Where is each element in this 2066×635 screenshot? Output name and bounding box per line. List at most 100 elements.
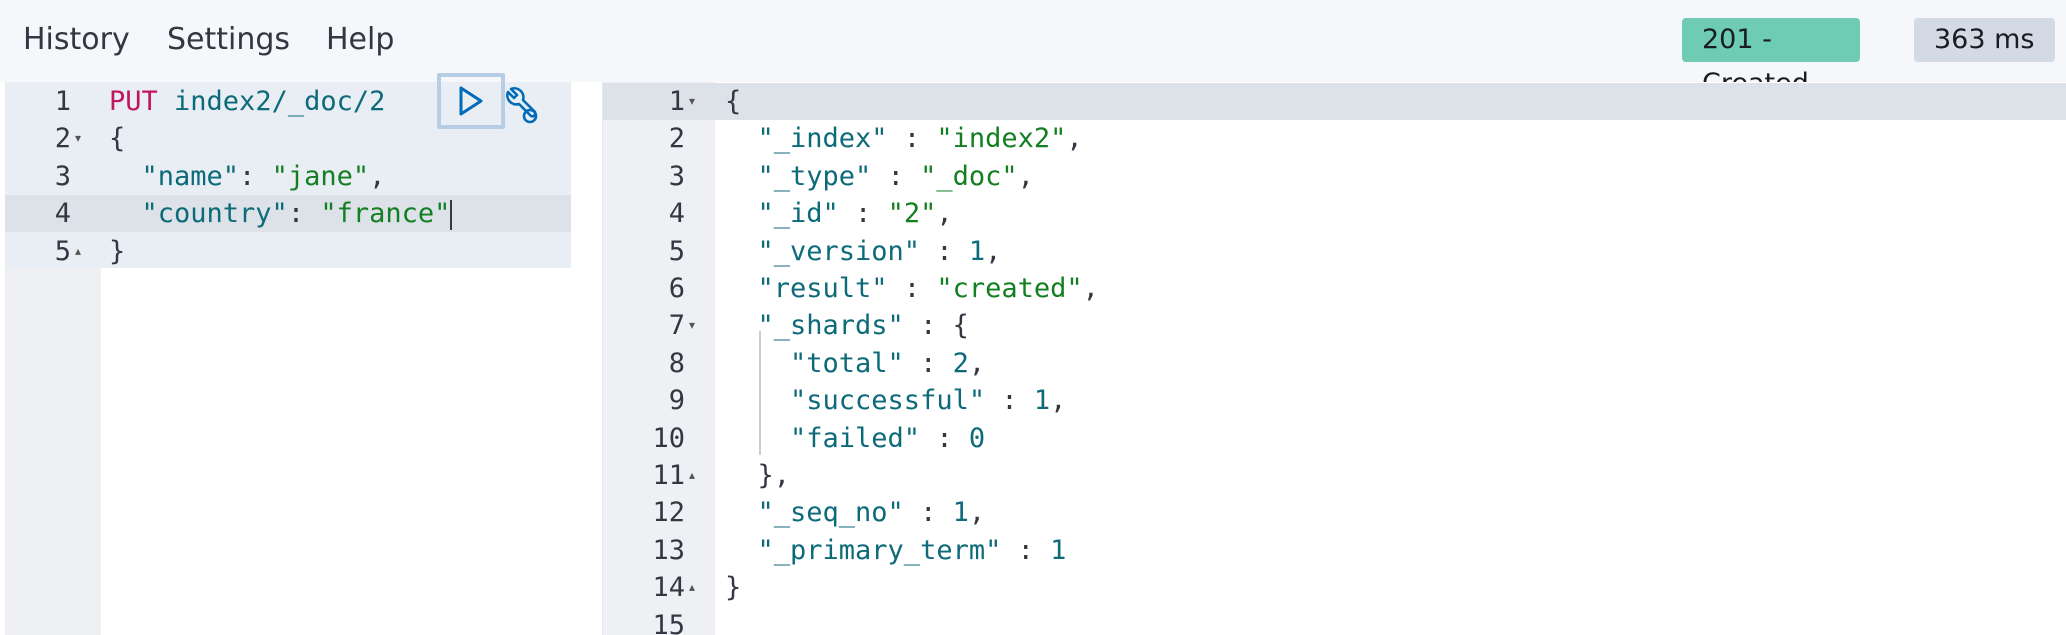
run-request-button[interactable]: [437, 73, 505, 129]
line-number: 5: [54, 235, 71, 267]
json-punctuation: ,: [985, 235, 1002, 267]
menu-settings[interactable]: Settings: [167, 22, 290, 57]
request-settings-button[interactable]: [500, 86, 540, 126]
line-number: 2: [668, 123, 685, 155]
json-value: 0: [968, 422, 986, 454]
request-editor[interactable]: 1 PUT index2/_doc/2 2 ▾ {3 "name": "jane", 4 …: [5, 82, 571, 635]
json-punctuation: ,: [968, 497, 986, 529]
code-line[interactable]: 3 "name": "jane",: [5, 158, 571, 195]
code-line[interactable]: 4 "_id" : "2",: [603, 195, 2066, 232]
json-separator: :: [887, 123, 937, 155]
code-line[interactable]: 4 "country": "france": [5, 195, 571, 233]
line-number: 3: [54, 160, 71, 192]
code-text: }: [725, 569, 741, 606]
code-text: "total" : 2,: [725, 345, 985, 382]
code-line[interactable]: 5 "_version" : 1,: [603, 233, 2066, 270]
json-value: "_doc": [920, 160, 1018, 192]
code-line[interactable]: 10 "failed" : 0: [603, 420, 2066, 457]
json-punctuation: ,: [1017, 160, 1034, 192]
line-number: 11: [652, 460, 685, 491]
json-value: 1: [952, 497, 969, 529]
line-number: 1: [54, 86, 71, 117]
json-separator: :: [838, 198, 888, 230]
json-key: "_shards": [725, 310, 904, 342]
code-text: "_index" : "index2",: [725, 120, 1083, 157]
json-punctuation: ,: [1066, 123, 1083, 155]
json-value: 2: [952, 347, 969, 379]
menu-help[interactable]: Help: [326, 22, 394, 57]
console-top-bar: History Settings Help 201 - Created 363 …: [0, 0, 2066, 99]
line-number: 12: [652, 497, 685, 529]
json-key: "_seq_no": [725, 497, 904, 529]
code-text: "_version" : 1,: [725, 233, 1002, 270]
code-text: PUT index2/_doc/2: [109, 83, 385, 120]
json-punctuation: ,: [1082, 273, 1099, 304]
code-line[interactable]: 14 ▴}: [603, 569, 2066, 606]
code-line[interactable]: 1 ▾ {: [603, 83, 2066, 120]
json-value: 1: [1033, 385, 1051, 417]
line-number: 4: [668, 198, 685, 230]
code-text: {: [109, 120, 125, 157]
wrench-icon: [506, 87, 538, 124]
code-line[interactable]: 11 ▴ },: [603, 457, 2066, 494]
code-text: "_id" : "2",: [725, 195, 953, 232]
request-time-badge: 363 ms: [1914, 18, 2055, 62]
line-number: 14: [652, 572, 685, 604]
json-punctuation: ,: [968, 347, 986, 379]
json-punctuation: },: [725, 460, 791, 491]
code-line[interactable]: 8 "total" : 2,: [603, 345, 2066, 382]
json-key: "successful": [725, 385, 986, 417]
line-number: 4: [54, 198, 71, 230]
json-value: {: [952, 310, 969, 342]
line-number: 10: [652, 422, 685, 454]
code-line[interactable]: 2 "_index" : "index2",: [603, 120, 2066, 157]
menu-history[interactable]: History: [23, 22, 130, 57]
line-number: 8: [668, 347, 685, 379]
fold-toggle-icon[interactable]: ▴: [689, 569, 695, 606]
code-text: },: [725, 457, 791, 494]
json-key: "result": [725, 273, 888, 304]
json-value: 1: [968, 235, 986, 267]
code-line[interactable]: 9 "successful" : 1,: [603, 382, 2066, 419]
code-line[interactable]: 5 ▴}: [5, 233, 571, 270]
json-value: "2": [887, 198, 937, 230]
indent-guide: [759, 331, 761, 455]
fold-toggle-icon[interactable]: ▾: [75, 120, 81, 157]
line-number: 1: [668, 86, 685, 117]
code-line[interactable]: 3 "_type" : "_doc",: [603, 158, 2066, 195]
line-number: 2: [54, 123, 71, 155]
response-viewer[interactable]: 1 ▾{2 "_index" : "index2", 3 "_type" : "_d…: [603, 82, 2066, 635]
json-separator: :: [1001, 534, 1051, 566]
pane-resizer[interactable]: [571, 82, 603, 635]
fold-toggle-icon[interactable]: ▾: [689, 307, 695, 344]
code-text: "name": "jane",: [109, 158, 386, 195]
fold-toggle-icon[interactable]: ▴: [75, 233, 81, 270]
code-line[interactable]: 13 "_primary_term" : 1: [603, 532, 2066, 569]
code-text: "failed" : 0: [725, 420, 985, 457]
code-line[interactable]: 6 "result" : "created",: [603, 270, 2066, 307]
json-value: "france": [320, 198, 451, 230]
json-punctuation: ,: [936, 198, 953, 230]
code-line[interactable]: 7 ▾ "_shards" : {: [603, 307, 2066, 344]
status-badge: 201 - Created: [1682, 18, 1860, 99]
code-text: "_primary_term" : 1: [725, 532, 1067, 569]
json-separator: :: [903, 310, 953, 342]
json-value: "jane": [271, 160, 370, 192]
request-url: index2/_doc/2: [157, 86, 386, 117]
code-text: "_shards" : {: [725, 307, 969, 344]
code-text: {: [725, 83, 741, 120]
code-line[interactable]: 12 "_seq_no" : 1,: [603, 494, 2066, 531]
json-key: "_version": [725, 235, 921, 267]
json-separator: :: [920, 422, 969, 454]
json-punctuation: }: [109, 235, 126, 267]
json-value: "index2": [936, 123, 1067, 155]
code-text: "country": "france": [109, 195, 453, 232]
fold-toggle-icon[interactable]: ▾: [689, 83, 695, 120]
line-number: 9: [668, 385, 685, 417]
json-separator: :: [903, 497, 953, 529]
code-text: "_seq_no" : 1,: [725, 494, 986, 531]
json-separator: :: [871, 160, 921, 192]
json-value: 1: [1050, 534, 1067, 566]
fold-toggle-icon[interactable]: ▴: [689, 457, 695, 494]
code-line[interactable]: 15: [603, 607, 2066, 635]
